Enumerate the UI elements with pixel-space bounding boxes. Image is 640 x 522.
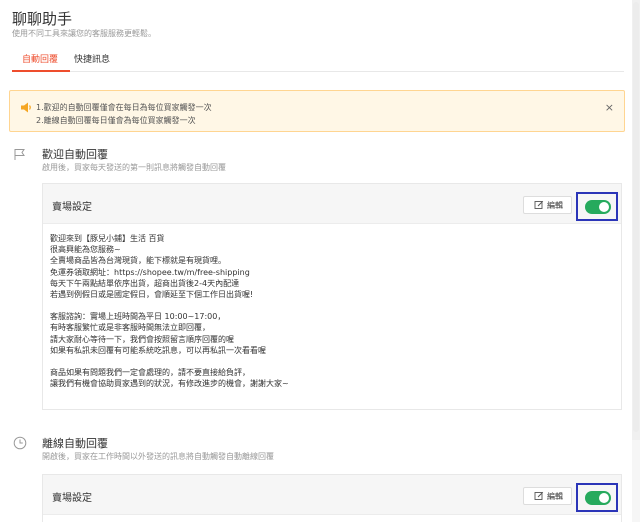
- offline-edit-label: 編輯: [547, 492, 563, 501]
- tab-auto-reply[interactable]: 自動回覆: [22, 52, 58, 65]
- welcome-card-title: 賣場設定: [52, 202, 92, 213]
- welcome-card-header: 賣場設定 編輯: [43, 184, 621, 224]
- welcome-reply-card: 賣場設定 編輯 歡迎來到【豚兒小鋪】生活 百貨 很高興能為您服務~ 全賣場商品皆為台…: [42, 183, 622, 410]
- message-line: 免運券領取網址：https://shopee.tw/m/free-shippin…: [50, 267, 250, 277]
- welcome-edit-button[interactable]: 編輯: [523, 196, 572, 214]
- message-line: 很高興能為您服務~: [50, 245, 121, 255]
- message-line: 商品如果有問題我們一定會處理的，請不要直接給負評，: [50, 368, 250, 378]
- clock-icon: [13, 436, 27, 450]
- message-line: 有時客服繁忙或是非客服時間無法立即回覆，: [50, 323, 210, 333]
- notice-banner: 1.歡迎的自動回覆僅會在每日為每位買家觸發一次 2.離線自動回覆每日僅會為每位買…: [9, 90, 625, 132]
- welcome-toggle-highlight: [576, 192, 618, 221]
- message-line: 請大家耐心等待一下，我們會按照留言順序回覆的喔: [50, 334, 234, 344]
- message-line: 讓我們有機會協助買家遇到的狀況，有修改進步的機會，謝謝大家~: [50, 379, 289, 389]
- message-line: 客服諮詢：實場上班時間為平日 10:00~17:00，: [50, 312, 226, 322]
- notice-line-1: 1.歡迎的自動回覆僅會在每日為每位買家觸發一次: [36, 103, 212, 112]
- flag-icon: [14, 149, 25, 160]
- active-tab-indicator: [12, 70, 70, 72]
- speaker-icon: [21, 102, 31, 113]
- offline-reply-card: 賣場設定 編輯: [42, 474, 622, 522]
- message-line: 全賣場商品皆為台灣現貨，能下標就是有現貨哩。: [50, 256, 226, 266]
- message-line: 若遇到例假日或是國定假日，會順延至下個工作日出貨喔!: [50, 290, 254, 300]
- tab-quick-replies[interactable]: 快捷訊息: [74, 52, 110, 65]
- page-title: 聊聊助手: [12, 10, 73, 28]
- offline-card-title: 賣場設定: [52, 493, 92, 504]
- close-icon[interactable]: ×: [605, 101, 614, 114]
- offline-section-description: 開啟後，買家在工作時間以外發送的訊息將自動觸發自動離線回覆: [42, 452, 274, 461]
- edit-icon: [534, 491, 544, 500]
- welcome-edit-label: 編輯: [547, 201, 563, 210]
- chat-assistant-page: 聊聊助手 使用不同工具來讓您的客服服務更輕鬆。 自動回覆 快捷訊息 1.歡迎的自…: [0, 0, 632, 522]
- message-line: 每天下午兩點結單依序出貨，超商出貨後2-4天內配達: [50, 278, 240, 288]
- page-subtitle: 使用不同工具來讓您的客服服務更輕鬆。: [12, 29, 156, 38]
- tab-bar: 自動回覆 快捷訊息: [12, 46, 624, 72]
- offline-edit-button[interactable]: 編輯: [523, 487, 572, 505]
- welcome-section-title: 歡迎自動回覆: [42, 148, 108, 161]
- scrollbar-thumb[interactable]: [633, 2, 639, 432]
- page-scrollbar[interactable]: [632, 0, 640, 440]
- message-line: 歡迎來到【豚兒小鋪】生活 百貨: [50, 234, 165, 243]
- toggle-knob: [599, 493, 609, 503]
- message-line: 如果有私訊未回覆有可能系統吃訊息，可以再私訊一次看看喔: [50, 345, 266, 355]
- notice-line-2: 2.離線自動回覆每日僅會為每位買家觸發一次: [36, 116, 196, 125]
- offline-toggle-highlight: [576, 483, 618, 512]
- welcome-section-description: 啟用後，買家每天發送的第一則訊息將觸發自動回覆: [42, 163, 226, 172]
- offline-section-title: 離線自動回覆: [42, 437, 108, 450]
- welcome-message-body: 歡迎來到【豚兒小鋪】生活 百貨 很高興能為您服務~ 全賣場商品皆為台灣現貨，能下標就…: [43, 224, 621, 389]
- toggle-knob: [599, 202, 609, 212]
- welcome-enable-toggle[interactable]: [585, 200, 611, 214]
- offline-card-header: 賣場設定 編輯: [43, 475, 621, 515]
- offline-enable-toggle[interactable]: [585, 491, 611, 505]
- edit-icon: [534, 200, 544, 209]
